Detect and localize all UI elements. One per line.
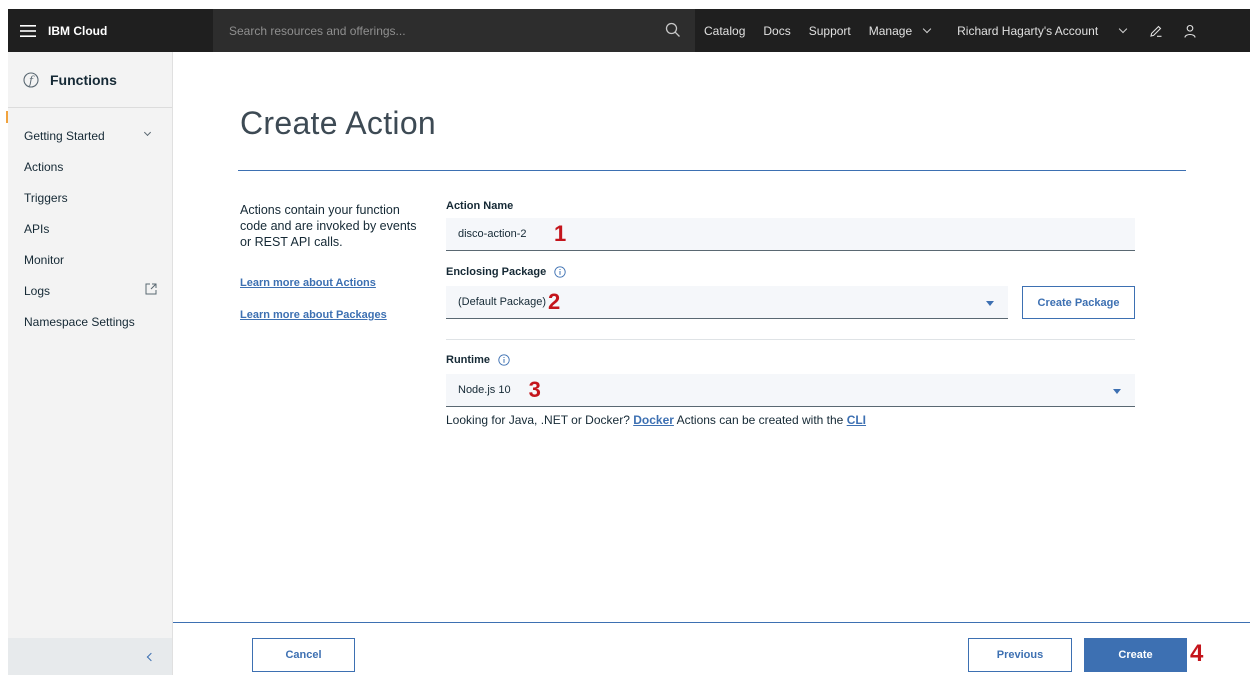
annotation-3: 3 (528, 377, 541, 402)
functions-icon: f (23, 71, 39, 88)
search-icon[interactable] (665, 22, 681, 38)
annotation-1: 1 (554, 221, 567, 246)
page-title: Create Action (240, 105, 437, 141)
sidebar-item-triggers[interactable]: Triggers (8, 182, 172, 213)
sidebar: f Functions Getting Started Actions Trig… (8, 52, 173, 675)
learn-more-packages-link[interactable]: Learn more about Packages (240, 309, 387, 321)
action-name-input[interactable] (458, 228, 558, 240)
cli-link[interactable]: CLI (847, 413, 866, 427)
search-input[interactable] (229, 23, 659, 38)
dropdown-caret-icon (1113, 389, 1121, 394)
runtime-select[interactable]: Node.js 10 3 (446, 374, 1135, 407)
sidebar-item-label: Actions (24, 159, 64, 174)
sidebar-nav: Getting Started Actions Triggers APIs Mo… (8, 108, 172, 337)
top-navigation-bar: IBM Cloud Catalog Docs Support Manage Ri… (8, 9, 1250, 52)
annotation-4: 4 (1190, 640, 1204, 667)
account-switcher[interactable]: Richard Hagarty's Account (939, 9, 1135, 52)
sidebar-item-label: APIs (24, 221, 50, 236)
chevron-down-icon (922, 24, 932, 34)
edit-icon[interactable] (1139, 9, 1173, 52)
svg-text:f: f (28, 74, 35, 87)
sidebar-item-label: Triggers (24, 190, 68, 205)
docker-link[interactable]: Docker (633, 413, 674, 427)
enclosing-package-label-text: Enclosing Package (446, 266, 547, 278)
sidebar-item-logs[interactable]: Logs (8, 275, 172, 306)
sidebar-item-label: Logs (24, 283, 51, 298)
hamburger-menu-icon[interactable] (8, 9, 48, 52)
nav-manage-label: Manage (868, 23, 913, 38)
action-name-label: Action Name (446, 200, 513, 212)
external-link-icon (145, 283, 157, 295)
info-icon[interactable] (554, 266, 566, 278)
brand-logo[interactable]: IBM Cloud (48, 24, 213, 38)
nav-catalog[interactable]: Catalog (695, 9, 754, 52)
runtime-helper-text: Looking for Java, .NET or Docker? Docker… (446, 413, 866, 427)
helper-prefix: Looking for Java, .NET or Docker? (446, 413, 630, 427)
footer-divider (173, 622, 1250, 623)
action-name-label-text: Action Name (446, 200, 514, 212)
form-divider (446, 339, 1135, 340)
account-name: Richard Hagarty's Account (957, 23, 1099, 38)
runtime-label: Runtime (446, 354, 510, 366)
chevron-left-icon (146, 652, 156, 661)
enclosing-package-select[interactable]: (Default Package) 2 (446, 286, 1008, 319)
sidebar-item-monitor[interactable]: Monitor (8, 244, 172, 275)
user-profile-icon[interactable] (1173, 9, 1207, 52)
dropdown-caret-icon (986, 301, 994, 306)
create-package-button[interactable]: Create Package (1022, 286, 1135, 319)
action-name-field[interactable]: 1 (446, 218, 1135, 251)
sidebar-title: Functions (50, 71, 117, 88)
action-description: Actions contain your function code and a… (240, 203, 417, 249)
title-divider (238, 170, 1186, 171)
runtime-value: Node.js 10 (458, 384, 511, 396)
sidebar-item-label: Getting Started (24, 128, 105, 143)
search-bar (213, 9, 695, 52)
sidebar-item-getting-started[interactable]: Getting Started (8, 120, 172, 151)
sidebar-item-label: Monitor (24, 252, 65, 267)
annotation-2: 2 (548, 289, 561, 314)
nav-support[interactable]: Support (800, 9, 860, 52)
sidebar-collapse-button[interactable] (8, 638, 172, 675)
learn-more-actions-link[interactable]: Learn more about Actions (240, 277, 376, 289)
sidebar-header: f Functions (8, 52, 172, 108)
nav-manage[interactable]: Manage (860, 9, 939, 52)
runtime-label-text: Runtime (446, 354, 490, 366)
enclosing-package-value: (Default Package) (458, 296, 547, 308)
info-icon[interactable] (498, 354, 510, 366)
sidebar-item-actions[interactable]: Actions (8, 151, 172, 182)
sidebar-item-apis[interactable]: APIs (8, 213, 172, 244)
helper-middle: Actions can be created with the (676, 413, 844, 427)
create-button[interactable]: Create (1084, 638, 1187, 672)
sidebar-item-namespace-settings[interactable]: Namespace Settings (8, 306, 172, 337)
sidebar-item-label: Namespace Settings (24, 314, 135, 329)
previous-button[interactable]: Previous (968, 638, 1072, 672)
chevron-down-icon (143, 128, 152, 137)
enclosing-package-label: Enclosing Package (446, 266, 566, 278)
chevron-down-icon (1118, 24, 1128, 34)
top-nav-links: Catalog Docs Support Manage Richard Haga… (695, 9, 1207, 52)
nav-docs[interactable]: Docs (754, 9, 799, 52)
cancel-button[interactable]: Cancel (252, 638, 355, 672)
